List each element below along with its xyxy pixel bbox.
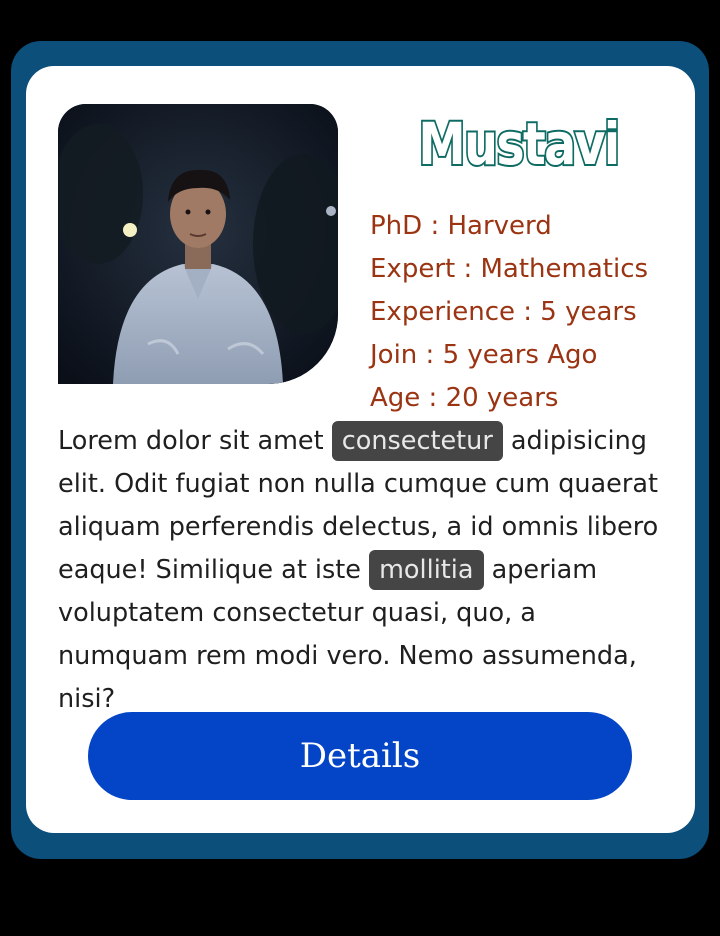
profile-card: Mustavi PhD : Harverd Expert : Mathemati… [26, 66, 695, 833]
fact-age: Age : 20 years [370, 383, 559, 413]
profile-photo [58, 104, 338, 384]
bio-text: Lorem dolor sit amet [58, 426, 332, 456]
fact-experience: Experience : 5 years [370, 297, 637, 327]
details-button[interactable]: Details [88, 712, 632, 800]
profile-facts-list: PhD : Harverd Expert : Mathematics Exper… [370, 205, 648, 420]
profile-name: Mustavi [417, 108, 622, 180]
bio-tag: mollitia [369, 550, 484, 590]
bio-tag: consectetur [331, 421, 503, 461]
profile-bio: Lorem dolor sit amet consectetur adipisi… [58, 420, 668, 721]
fact-expertise: Expert : Mathematics [370, 254, 649, 284]
person-portrait-image [58, 104, 338, 384]
fact-join: Join : 5 years Ago [370, 340, 598, 370]
fact-degree: PhD : Harverd [370, 211, 552, 241]
